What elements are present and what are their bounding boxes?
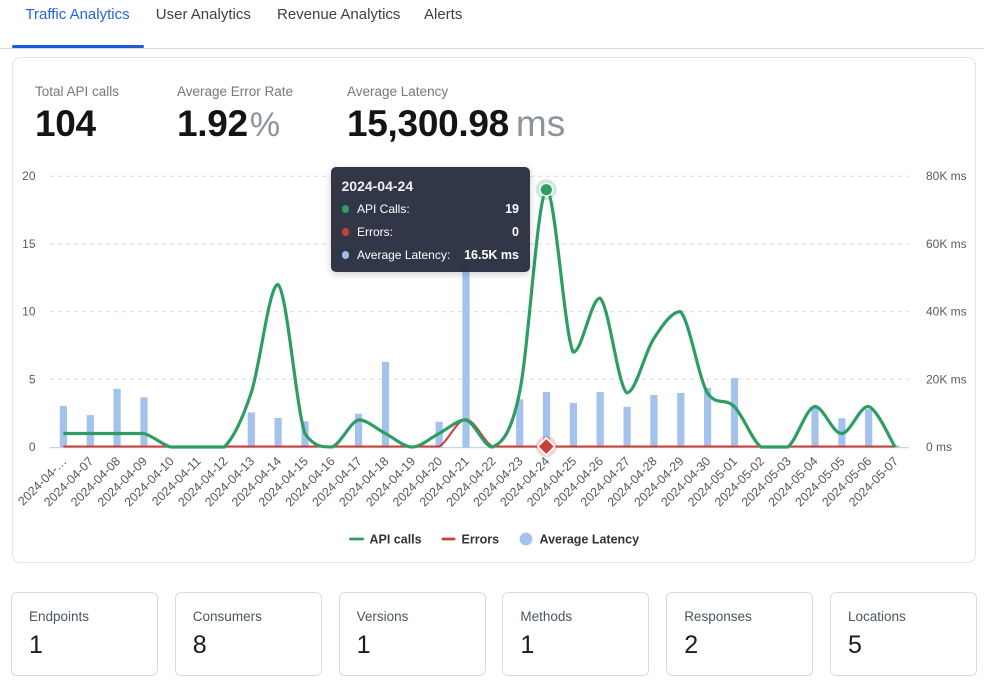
- svg-text:60K ms: 60K ms: [926, 237, 967, 251]
- svg-text:Average Latency: Average Latency: [540, 533, 640, 547]
- svg-text:5: 5: [29, 372, 36, 386]
- svg-text:80K ms: 80K ms: [926, 169, 967, 183]
- svg-text:20K ms: 20K ms: [926, 372, 967, 386]
- svg-text:10: 10: [22, 305, 36, 319]
- svg-text:0: 0: [29, 440, 36, 454]
- svg-text:20: 20: [22, 169, 36, 183]
- svg-text:API calls: API calls: [370, 533, 422, 547]
- svg-text:15: 15: [22, 237, 36, 251]
- svg-text:40K ms: 40K ms: [926, 305, 967, 319]
- svg-text:Errors: Errors: [462, 533, 500, 547]
- svg-text:0 ms: 0 ms: [926, 440, 952, 454]
